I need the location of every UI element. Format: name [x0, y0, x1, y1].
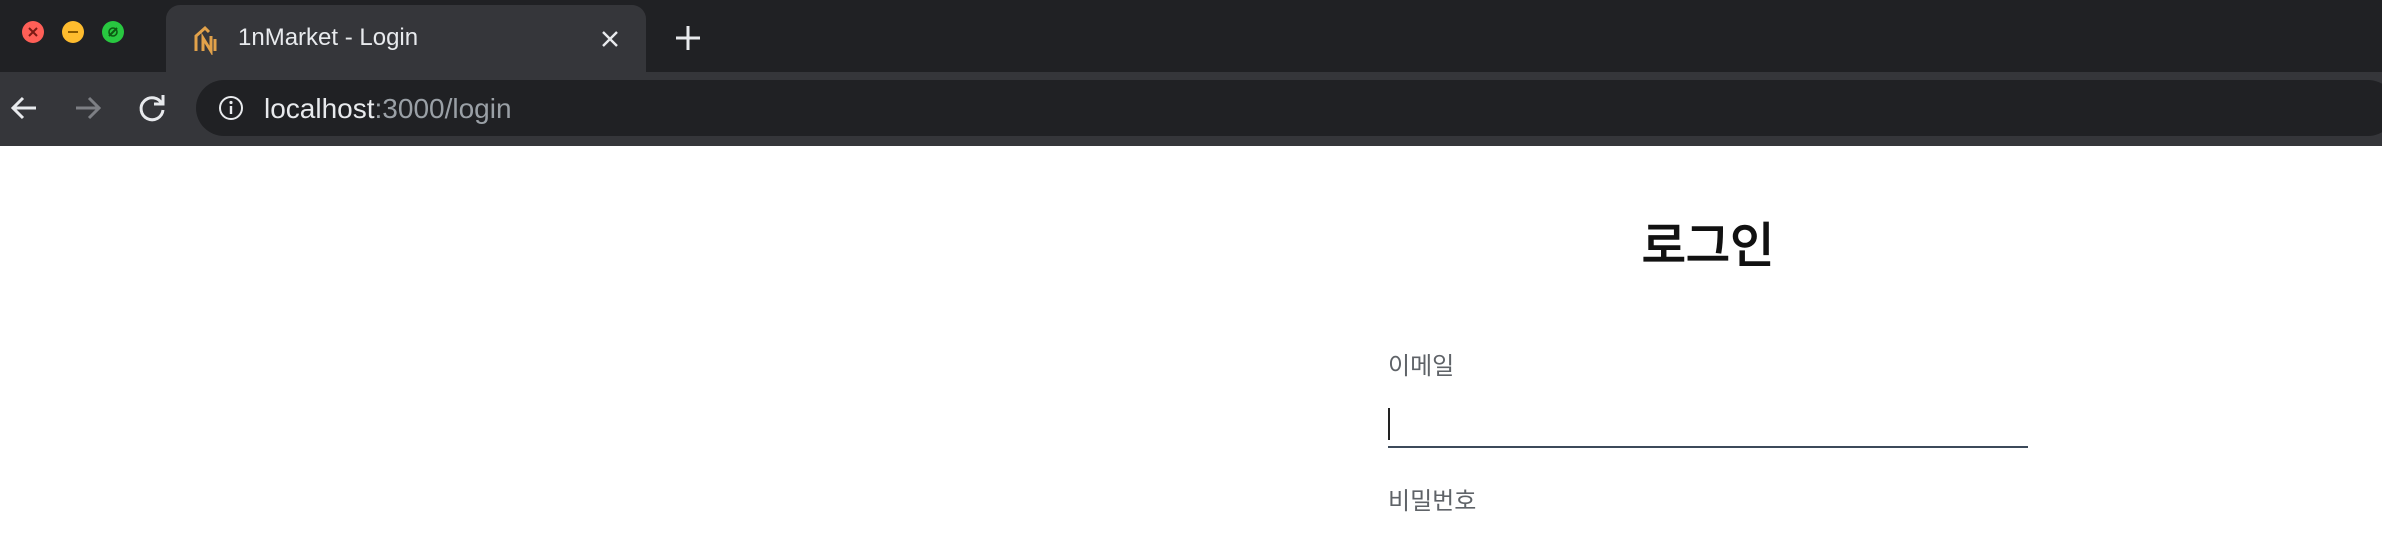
arrow-left-icon[interactable] — [6, 90, 42, 126]
reload-icon[interactable] — [134, 90, 170, 126]
address-url: localhost:3000/login — [264, 93, 512, 125]
text-cursor — [1388, 408, 1390, 440]
minimize-icon — [68, 31, 78, 33]
close-icon[interactable] — [600, 29, 620, 49]
tab-title: 1nMarket - Login — [238, 24, 419, 51]
page-title: 로그인 — [1641, 218, 1775, 274]
close-icon — [28, 27, 38, 37]
info-icon[interactable] — [218, 95, 244, 121]
plus-icon[interactable] — [674, 24, 702, 52]
url-path: :3000/login — [374, 93, 512, 124]
fullscreen-icon — [108, 27, 118, 37]
email-label: 이메일 — [1388, 352, 1455, 380]
email-field[interactable] — [1388, 398, 2028, 448]
browser-tab-bar: 1nMarket - Login — [0, 0, 2382, 72]
url-host: localhost — [264, 93, 375, 124]
password-label: 비밀번호 — [1388, 487, 1477, 515]
browser-toolbar: localhost:3000/login — [0, 72, 2382, 146]
window-minimize-button[interactable] — [62, 21, 84, 43]
browser-tab-active[interactable]: 1nMarket - Login — [166, 5, 646, 72]
1nmarket-logo-icon — [194, 25, 217, 55]
address-bar[interactable]: localhost:3000/login — [196, 80, 2382, 136]
window-close-button[interactable] — [22, 21, 44, 43]
window-fullscreen-button[interactable] — [102, 21, 124, 43]
arrow-right-icon[interactable] — [70, 90, 106, 126]
login-page: 로그인 이메일 비밀번호 — [0, 146, 2382, 554]
